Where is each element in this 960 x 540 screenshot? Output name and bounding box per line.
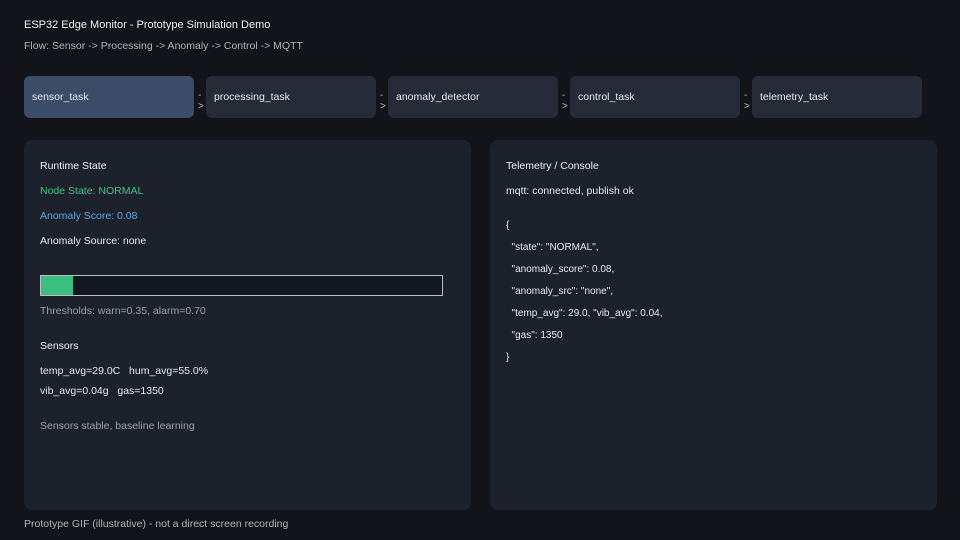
stage-label: sensor_task [32,91,89,103]
sensor-status-text: Sensors stable, baseline learning [40,420,195,432]
telemetry-console-panel: Telemetry / Console mqtt: connected, pub… [490,140,937,510]
json-line: } [506,352,510,363]
node-state: Node State: NORMAL [40,185,144,197]
app-title: ESP32 Edge Monitor - Prototype Simulatio… [24,19,271,31]
sensors-heading: Sensors [40,340,79,352]
flow-arrow: -> [380,90,386,112]
flow-arrow: -> [198,90,204,112]
flow-description: Flow: Sensor -> Processing -> Anomaly ->… [24,40,303,52]
stage-sensor-task[interactable]: sensor_task [24,76,194,118]
telemetry-heading: Telemetry / Console [506,160,599,172]
json-line: "state": "NORMAL", [506,242,599,253]
thresholds-text: Thresholds: warn=0.35, alarm=0.70 [40,305,206,317]
stage-control-task[interactable]: control_task [570,76,740,118]
footer-note: Prototype GIF (illustrative) - not a dir… [24,518,289,530]
runtime-heading: Runtime State [40,160,107,172]
stage-label: control_task [578,91,635,103]
stage-label: anomaly_detector [396,91,480,103]
json-line: "anomaly_src": "none", [506,286,614,297]
json-line: "temp_avg": 29.0, "vib_avg": 0.04, [506,308,663,319]
flow-arrow: -> [744,90,750,112]
anomaly-score-bar [40,275,443,296]
stage-label: processing_task [214,91,290,103]
stage-anomaly-detector[interactable]: anomaly_detector [388,76,558,118]
json-line: { [506,220,510,231]
sensor-readings-line-2: vib_avg=0.04g gas=1350 [40,385,164,397]
anomaly-score-bar-fill [41,276,74,295]
json-line: "gas": 1350 [506,330,563,341]
stage-processing-task[interactable]: processing_task [206,76,376,118]
sensor-readings-line-1: temp_avg=29.0C hum_avg=55.0% [40,365,209,377]
json-line: "anomaly_score": 0.08, [506,264,615,275]
anomaly-score: Anomaly Score: 0.08 [40,210,138,222]
flow-arrow: -> [562,90,568,112]
runtime-state-panel: Runtime State Node State: NORMAL Anomaly… [24,140,471,510]
mqtt-status: mqtt: connected, publish ok [506,185,634,197]
anomaly-source: Anomaly Source: none [40,235,147,247]
stage-telemetry-task[interactable]: telemetry_task [752,76,922,118]
stage-label: telemetry_task [760,91,829,103]
